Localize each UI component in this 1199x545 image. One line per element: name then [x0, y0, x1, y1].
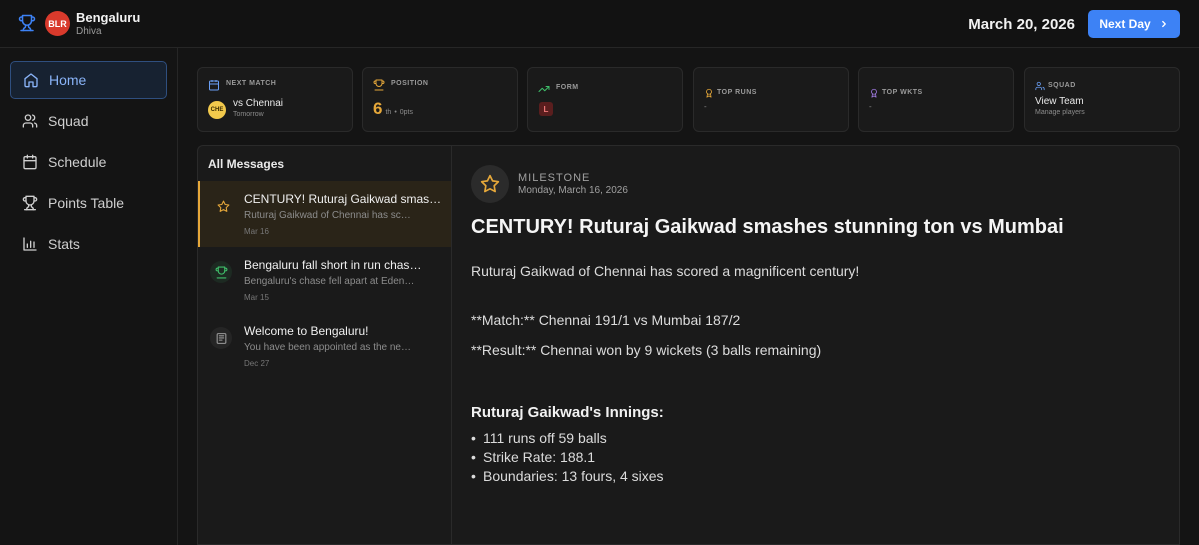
top-runs-card[interactable]: TOP RUNS - — [693, 67, 849, 132]
position-points: 0pts — [399, 109, 413, 116]
position-suffix: th — [385, 109, 392, 116]
users-icon — [1035, 81, 1045, 91]
nav-item-home[interactable]: Home — [10, 61, 167, 99]
message-date: Mar 16 — [244, 227, 269, 236]
bar-chart-icon — [23, 237, 37, 251]
innings-heading: Ruturaj Gaikwad's Innings: — [471, 404, 664, 421]
message-date: Mar 15 — [244, 293, 269, 302]
form-result: L — [539, 102, 553, 116]
position-card[interactable]: POSITION 6 th • 0pts — [362, 67, 518, 132]
nav-label: Squad — [48, 113, 89, 129]
squad-subtitle: Manage players — [1035, 109, 1085, 116]
message-item[interactable]: Welcome to Bengaluru! You have been appo… — [198, 313, 452, 379]
nav-item-stats[interactable]: Stats — [10, 225, 167, 263]
star-icon — [217, 200, 229, 212]
innings-item: Boundaries: 13 fours, 4 sixes — [471, 468, 664, 487]
innings-item: Strike Rate: 188.1 — [471, 449, 664, 468]
card-label: FORM — [556, 84, 579, 91]
position-rank: 6 — [373, 99, 383, 118]
opponent-badge: CHE — [208, 101, 226, 119]
messages-header: All Messages — [208, 157, 285, 171]
message-icon — [212, 195, 234, 217]
message-date: Dec 27 — [244, 359, 270, 368]
nav-label: Points Table — [48, 195, 125, 211]
message-preview: Ruturaj Gaikwad of Chennai has scored a … — [244, 210, 416, 221]
next-match-card[interactable]: NEXT MATCH CHE vs Chennai Tomorrow — [197, 67, 353, 132]
next-day-button[interactable]: Next Day — [1088, 10, 1180, 38]
detail-title: CENTURY! Ruturaj Gaikwad smashes stunnin… — [471, 216, 1064, 238]
users-icon — [22, 114, 38, 128]
detail-icon — [471, 165, 509, 203]
message-item[interactable]: CENTURY! Ruturaj Gaikwad smashes stunnin… — [198, 181, 452, 247]
detail-date: Monday, March 16, 2026 — [518, 185, 628, 196]
home-icon — [24, 73, 38, 88]
nav-label: Stats — [48, 236, 80, 252]
sidebar: Home Squad Schedule Points Table Stats — [0, 48, 178, 545]
newspaper-icon — [216, 332, 226, 344]
next-match-when: Tomorrow — [233, 111, 264, 118]
trophy-icon — [215, 266, 227, 278]
nav-item-points-table[interactable]: Points Table — [10, 184, 167, 222]
trophy-icon — [373, 79, 385, 91]
medal-icon — [871, 88, 877, 98]
message-title: Welcome to Bengaluru! — [244, 324, 369, 338]
team-badge: BLR — [45, 11, 70, 36]
next-day-label: Next Day — [1099, 17, 1151, 31]
position-value: 6 th • 0pts — [373, 99, 413, 119]
card-label: SQUAD — [1048, 82, 1076, 89]
detail-intro: Ruturaj Gaikwad of Chennai has scored a … — [471, 263, 860, 279]
message-item[interactable]: Bengaluru fall short in run chase vs Kol… — [198, 247, 452, 313]
top-bar: BLR Bengaluru Dhiva March 20, 2026 Next … — [0, 0, 1199, 48]
innings-list: 111 runs off 59 balls Strike Rate: 188.1… — [471, 430, 664, 487]
message-icon — [210, 261, 232, 283]
message-title: CENTURY! Ruturaj Gaikwad smashes stunnin… — [244, 192, 444, 206]
nav-item-schedule[interactable]: Schedule — [10, 143, 167, 181]
squad-title: View Team — [1035, 96, 1084, 107]
squad-card[interactable]: SQUAD View Team Manage players — [1024, 67, 1180, 132]
calendar-icon — [209, 80, 219, 91]
team-name: Bengaluru — [76, 10, 141, 25]
star-icon — [480, 174, 500, 193]
manager-name: Dhiva — [76, 26, 102, 37]
innings-item: 111 runs off 59 balls — [471, 430, 664, 449]
message-title: Bengaluru fall short in run chase vs Kol… — [244, 258, 424, 272]
trophy-icon — [18, 14, 36, 32]
detail-result: **Result:** Chennai won by 9 wickets (3 … — [471, 342, 822, 358]
detail-type: MILESTONE — [518, 172, 591, 184]
message-preview: You have been appointed as the new manag… — [244, 342, 416, 353]
nav-item-squad[interactable]: Squad — [10, 102, 167, 140]
current-date: March 20, 2026 — [968, 16, 1075, 33]
medal-icon — [706, 88, 712, 98]
top-wkts-value: - — [869, 102, 872, 111]
position-sep: • — [394, 109, 397, 116]
trending-up-icon — [538, 86, 550, 92]
message-preview: Bengaluru's chase fell apart at Eden Gar… — [244, 276, 416, 287]
card-label: NEXT MATCH — [226, 80, 277, 87]
message-icon — [210, 327, 232, 349]
messages-panel: All Messages CENTURY! Ruturaj Gaikwad sm… — [197, 145, 452, 545]
nav-label: Schedule — [48, 154, 107, 170]
card-label: POSITION — [391, 80, 429, 87]
nav-label: Home — [49, 72, 87, 88]
calendar-icon — [23, 154, 37, 170]
card-label: TOP WKTS — [882, 89, 923, 96]
top-runs-value: - — [704, 102, 707, 111]
message-detail: MILESTONE Monday, March 16, 2026 CENTURY… — [451, 145, 1180, 545]
next-match-opponent: vs Chennai — [233, 98, 284, 109]
trophy-icon — [22, 195, 38, 211]
card-label: TOP RUNS — [717, 89, 757, 96]
chevron-right-icon — [1161, 20, 1166, 28]
top-wkts-card[interactable]: TOP WKTS - — [858, 67, 1014, 132]
form-card[interactable]: FORM L — [527, 67, 683, 132]
detail-match: **Match:** Chennai 191/1 vs Mumbai 187/2 — [471, 312, 741, 328]
